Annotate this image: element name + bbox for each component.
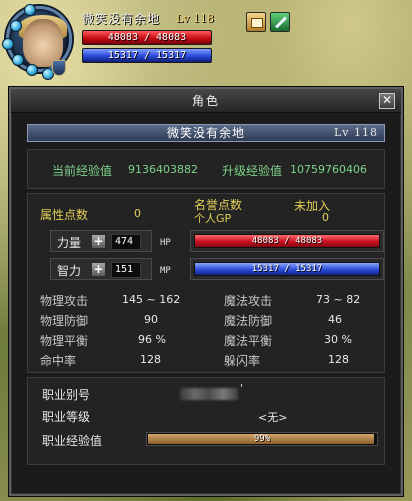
strength-plus-button[interactable]: + [91,234,106,249]
character-level: Lv 118 [333,126,378,139]
close-icon: ✕ [381,93,393,107]
mag-atk-label: 魔法攻击 [224,294,273,308]
hud-hp-bar: 48083 / 48083 [82,30,212,45]
intellect-value: 151 [111,262,141,278]
job-alias-value-redacted [180,388,238,400]
mag-bal-value: 30 % [324,333,352,346]
experience-section: 当前经验值 9136403882 升级经验值 10759760406 [27,149,385,189]
job-exp-percent: 99% [253,434,271,444]
character-name: 微笑没有余地 [166,126,245,140]
scroll-icon[interactable] [246,12,266,32]
intellect-plus-button[interactable]: + [91,262,106,277]
hud-mp-bar: 15317 / 15317 [82,48,212,63]
job-alias-suffix: ' [240,382,244,395]
attr-points-label: 属性点数 [40,208,89,222]
hud-player-level: Lv 118 [176,12,215,25]
dodge-rate-value: 128 [328,353,349,366]
job-alias-label: 职业别号 [42,388,91,402]
phys-atk-value: 145 ~ 162 [122,293,181,306]
job-level-value: <无> [258,411,288,424]
phys-atk-label: 物理攻击 [40,294,89,308]
current-exp-value: 9136403882 [128,163,198,176]
buff-orb-icon[interactable] [12,54,24,66]
personal-gp-value: 0 [322,211,329,224]
character-name-bar: 微笑没有余地 Lv 118 [27,124,385,142]
intellect-label: 智力 [57,264,82,278]
hit-rate-value: 128 [140,353,161,366]
mag-def-label: 魔法防御 [224,314,273,328]
phys-def-value: 90 [144,313,158,326]
shield-emblem-icon[interactable] [52,60,66,76]
hp-tag: HP [160,238,171,248]
personal-gp-label: 个人GP [194,212,232,225]
buff-orb-icon[interactable] [26,64,38,76]
buff-orb-icon[interactable] [10,20,22,32]
job-exp-bar: 99% [146,432,378,446]
character-panel: 角色 ✕ 微笑没有余地 Lv 118 当前经验值 9136403882 升级经验… [9,87,403,496]
close-button[interactable]: ✕ [379,93,395,109]
mag-bal-label: 魔法平衡 [224,334,273,348]
job-exp-label: 职业经验值 [42,434,103,448]
hp-bar: 48083 / 48083 [194,234,380,248]
hud-player-name: 微笑没有余地 [82,12,161,26]
phys-bal-label: 物理平衡 [40,334,89,348]
current-exp-label: 当前经验值 [52,164,113,178]
sword-icon[interactable] [270,12,290,32]
buff-orb-icon[interactable] [24,4,36,16]
strength-row: 力量 + 474 [50,230,152,252]
phys-bal-value: 96 % [138,333,166,346]
stats-section: 属性点数 0 名誉点数 未加入 个人GP 0 力量 + 474 HP 48083… [27,193,385,373]
job-level-label: 职业等级 [42,410,91,424]
dodge-rate-label: 躲闪率 [224,354,261,368]
strength-label: 力量 [57,236,82,250]
mag-atk-value: 73 ~ 82 [316,293,361,306]
job-section: 职业别号 ' 职业等级 <无> 职业经验值 99% [27,377,385,465]
buff-orb-icon[interactable] [2,38,14,50]
mp-tag: MP [160,266,171,276]
phys-def-label: 物理防御 [40,314,89,328]
mp-bar: 15317 / 15317 [194,262,380,276]
mag-def-value: 46 [328,313,342,326]
intellect-row: 智力 + 151 [50,258,152,280]
attr-points-value: 0 [134,207,141,220]
player-hud: 微笑没有余地 Lv 118 48083 / 48083 15317 / 1531… [0,0,412,80]
panel-title[interactable]: 角色 [11,89,401,113]
hit-rate-label: 命中率 [40,354,77,368]
next-exp-label: 升级经验值 [222,164,283,178]
strength-value: 474 [111,234,141,250]
next-exp-value: 10759760406 [290,163,367,176]
